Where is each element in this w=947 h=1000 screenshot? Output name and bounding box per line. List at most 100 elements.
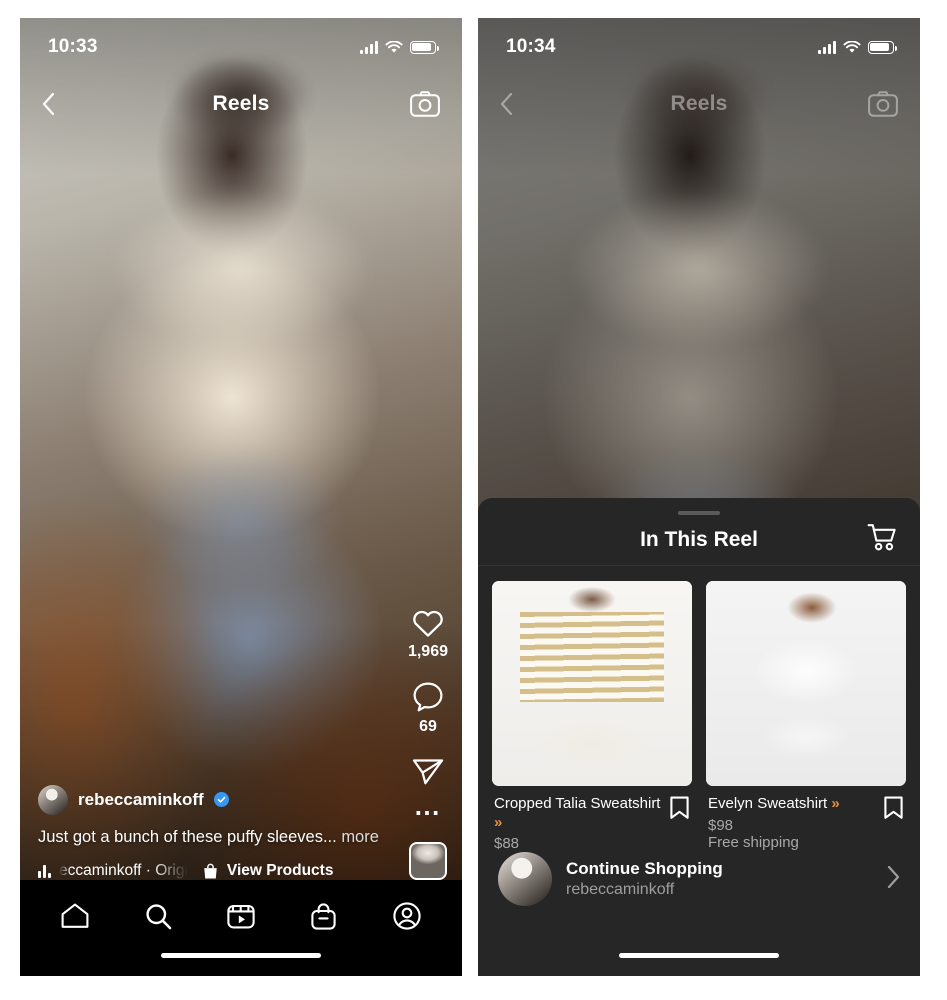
battery-icon [868,40,897,54]
shopping-bag-icon [311,902,336,930]
camera-icon [410,91,440,117]
view-products-button[interactable]: View Products [202,862,334,880]
audio-equalizer-icon [38,864,51,878]
home-indicator [161,953,321,958]
home-indicator [619,953,779,958]
status-icons [360,40,439,54]
wifi-icon [843,40,861,53]
save-product-button[interactable] [669,796,690,825]
tab-shop[interactable] [297,894,351,938]
profile-avatar-icon [392,902,421,930]
product-meta: Cropped Talia Sweatshirt » $88 [492,786,692,852]
comment-count: 69 [419,718,437,735]
reel-video[interactable] [20,18,462,880]
share-action[interactable] [412,756,444,786]
caption-text[interactable]: Just got a bunch of these puffy sleeves.… [38,827,382,848]
phone-shopping-sheet-view: 10:34 Reels In This Reel Cropped Talia S… [478,18,920,976]
shopping-cart-icon [867,524,896,551]
sheet-title: In This Reel [640,528,758,552]
bookmark-icon [884,796,903,820]
product-name: Evelyn Sweatshirt » [708,795,840,813]
product-name-text: Cropped Talia Sweatshirt [494,795,661,813]
product-card[interactable]: Cropped Talia Sweatshirt » $88 [492,581,692,852]
reel-navbar: Reels [20,76,462,132]
product-link-chevron-icon: » [831,795,840,813]
reel-caption-block: rebeccaminkoff Just got a bunch of these… [38,784,382,880]
status-clock: 10:34 [506,36,556,57]
audio-attribution[interactable]: eccaminkoff · Origi [38,862,188,880]
chevron-right-icon [887,865,900,888]
product-text-block: Evelyn Sweatshirt » $98 Free shipping [708,795,840,850]
bookmark-icon [670,796,689,820]
product-shipping: Free shipping [708,833,799,851]
caption-body: Just got a bunch of these puffy sleeves.… [38,827,337,846]
verified-badge-icon [213,792,229,808]
search-icon [146,903,171,929]
comment-bubble-icon [413,682,443,712]
sheet-header: In This Reel [478,515,920,567]
tab-reels[interactable] [214,894,268,938]
product-price: $88 [494,835,520,852]
back-button[interactable] [42,93,55,115]
save-product-button[interactable] [883,796,904,825]
avatar [38,784,68,815]
share-paper-plane-icon [412,759,444,785]
battery-icon [410,40,439,54]
reel-action-rail: 1,969 69 ⋯ [408,607,448,880]
product-image[interactable] [492,581,692,787]
cellular-signal-icon [360,40,378,54]
comment-action[interactable]: 69 [412,681,444,736]
camera-button[interactable] [410,91,440,117]
in-this-reel-sheet: In This Reel Cropped Talia Sweatshirt » … [478,498,920,976]
status-bar: 10:33 [20,18,462,76]
product-card[interactable]: Evelyn Sweatshirt » $98 Free shipping [706,581,906,852]
page-title: Reels [670,92,728,115]
product-name: Cropped Talia Sweatshirt » [494,795,661,832]
continue-shopping-texts: Continue Shopping rebeccaminkoff [566,859,873,899]
page-title: Reels [212,92,270,115]
cart-button[interactable] [867,523,898,557]
merchant-avatar [498,852,552,906]
reel-navbar: Reels [478,76,920,132]
back-button[interactable] [500,93,513,115]
striped-sweatshirt-photo [492,581,692,787]
reels-icon [227,904,255,929]
back-chevron-icon [42,93,55,115]
caption-more-link[interactable]: more [341,828,379,846]
continue-shopping-title: Continue Shopping [566,859,723,878]
author-row[interactable]: rebeccaminkoff [38,784,382,815]
audio-text: eccaminkoff · Origi [59,862,188,879]
camera-icon [868,91,898,117]
phone-reel-view: 10:33 Reels 1,969 69 ⋯ rebeccaminkoff Ju… [20,18,462,976]
status-clock: 10:33 [48,36,98,57]
camera-button[interactable] [868,91,898,117]
status-icons [818,40,897,54]
more-dots-icon[interactable]: ⋯ [414,799,442,825]
reel-subject-figure [91,58,391,698]
continue-shopping-row[interactable]: Continue Shopping rebeccaminkoff [478,852,920,906]
like-action[interactable]: 1,969 [408,607,448,661]
product-price: $98 [708,816,734,834]
product-grid: Cropped Talia Sweatshirt » $88 Evelyn Sw… [478,566,920,852]
bottom-tab-bar [20,880,462,976]
shopping-bag-icon [204,863,217,878]
product-link-chevron-icon: » [494,813,503,831]
tab-search[interactable] [131,894,185,938]
product-name-text: Evelyn Sweatshirt [708,795,828,813]
wifi-icon [385,40,403,53]
product-image[interactable] [706,581,906,787]
audio-thumbnail[interactable] [408,842,447,880]
tab-home[interactable] [48,894,102,938]
tab-profile[interactable] [380,894,434,938]
product-text-block: Cropped Talia Sweatshirt » $88 [494,795,661,852]
cellular-signal-icon [818,40,836,54]
view-products-label: View Products [226,862,334,879]
username[interactable]: rebeccaminkoff [78,790,204,810]
home-icon [61,903,89,928]
heart-icon [413,610,443,637]
audio-and-products-row: eccaminkoff · Origi View Products [38,862,382,880]
product-meta: Evelyn Sweatshirt » $98 Free shipping [706,786,906,851]
screenshot-stage: 10:33 Reels 1,969 69 ⋯ rebeccaminkoff Ju… [0,0,947,1000]
back-chevron-icon [500,93,513,115]
continue-shopping-arrow[interactable] [887,865,900,893]
